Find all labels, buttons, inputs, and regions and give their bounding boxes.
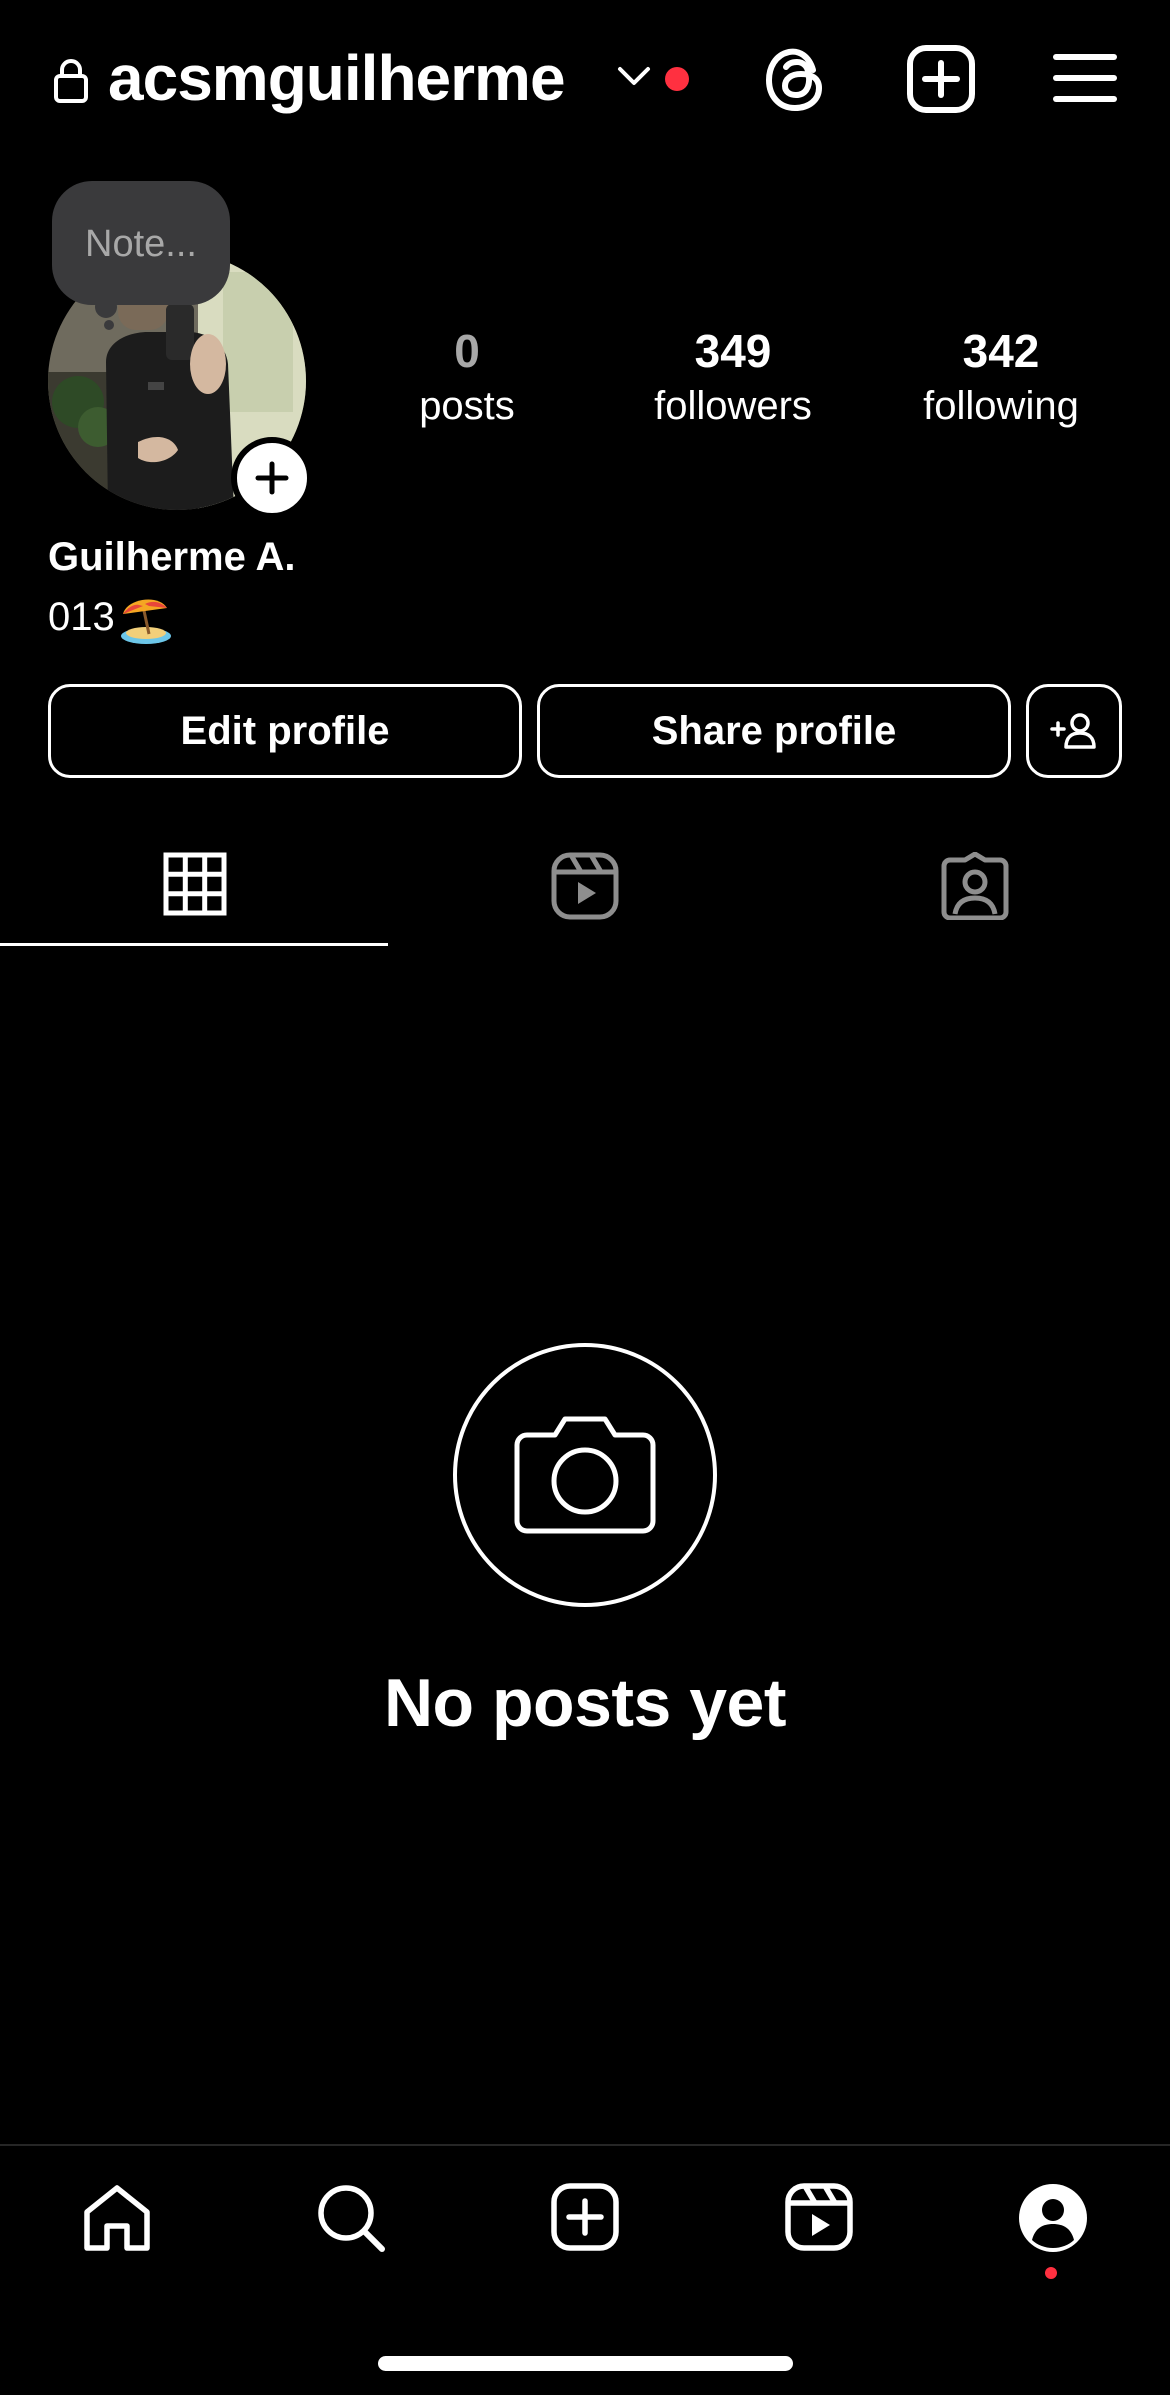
top-bar: acsmguilherme <box>0 0 1170 160</box>
posts-count-label: posts <box>419 384 515 428</box>
lock-icon <box>52 58 90 104</box>
bio: 013 <box>48 588 173 646</box>
nav-create[interactable] <box>530 2170 640 2270</box>
create-post-icon[interactable] <box>906 44 976 114</box>
following-count-value: 342 <box>962 325 1040 377</box>
posts-count-value: 0 <box>454 325 480 377</box>
profile-notification-dot <box>1045 2267 1057 2279</box>
add-story-button[interactable] <box>231 437 313 519</box>
empty-state-title: No posts yet <box>383 1665 787 1741</box>
followers-count-label: followers <box>654 384 812 428</box>
nav-home[interactable] <box>62 2170 172 2270</box>
note-bubble[interactable]: Note... <box>52 181 230 305</box>
empty-state-circle <box>453 1343 717 1607</box>
add-person-icon <box>1050 711 1098 751</box>
following-count-label: following <box>923 384 1079 428</box>
bio-text: 013 <box>48 595 115 639</box>
active-tab-indicator <box>0 943 388 946</box>
beach-umbrella-icon <box>119 592 173 646</box>
username-title[interactable]: acsmguilherme <box>108 38 566 118</box>
display-name: Guilherme A. <box>48 535 296 579</box>
followers-count-value: 349 <box>694 325 772 377</box>
edit-profile-button[interactable]: Edit profile <box>48 684 522 778</box>
nav-profile[interactable] <box>998 2170 1108 2270</box>
tab-tagged[interactable] <box>780 830 1170 946</box>
tab-posts-grid[interactable] <box>0 830 390 946</box>
discover-people-button[interactable] <box>1026 684 1122 778</box>
nav-search[interactable] <box>296 2170 406 2270</box>
home-indicator[interactable] <box>378 2356 793 2371</box>
chevron-down-icon[interactable] <box>616 64 652 88</box>
account-notification-dot <box>665 67 689 91</box>
followers-count[interactable]: 349 followers <box>623 322 843 432</box>
share-profile-button[interactable]: Share profile <box>537 684 1011 778</box>
nav-reels[interactable] <box>764 2170 874 2270</box>
tab-reels[interactable] <box>390 830 780 946</box>
note-bubble-tail <box>95 296 117 318</box>
posts-count[interactable]: 0 posts <box>357 322 577 432</box>
following-count[interactable]: 342 following <box>891 322 1111 432</box>
threads-icon[interactable] <box>763 44 831 116</box>
note-bubble-tail-small <box>104 320 114 330</box>
hamburger-menu-icon[interactable] <box>1053 52 1117 104</box>
note-placeholder: Note... <box>85 223 197 265</box>
